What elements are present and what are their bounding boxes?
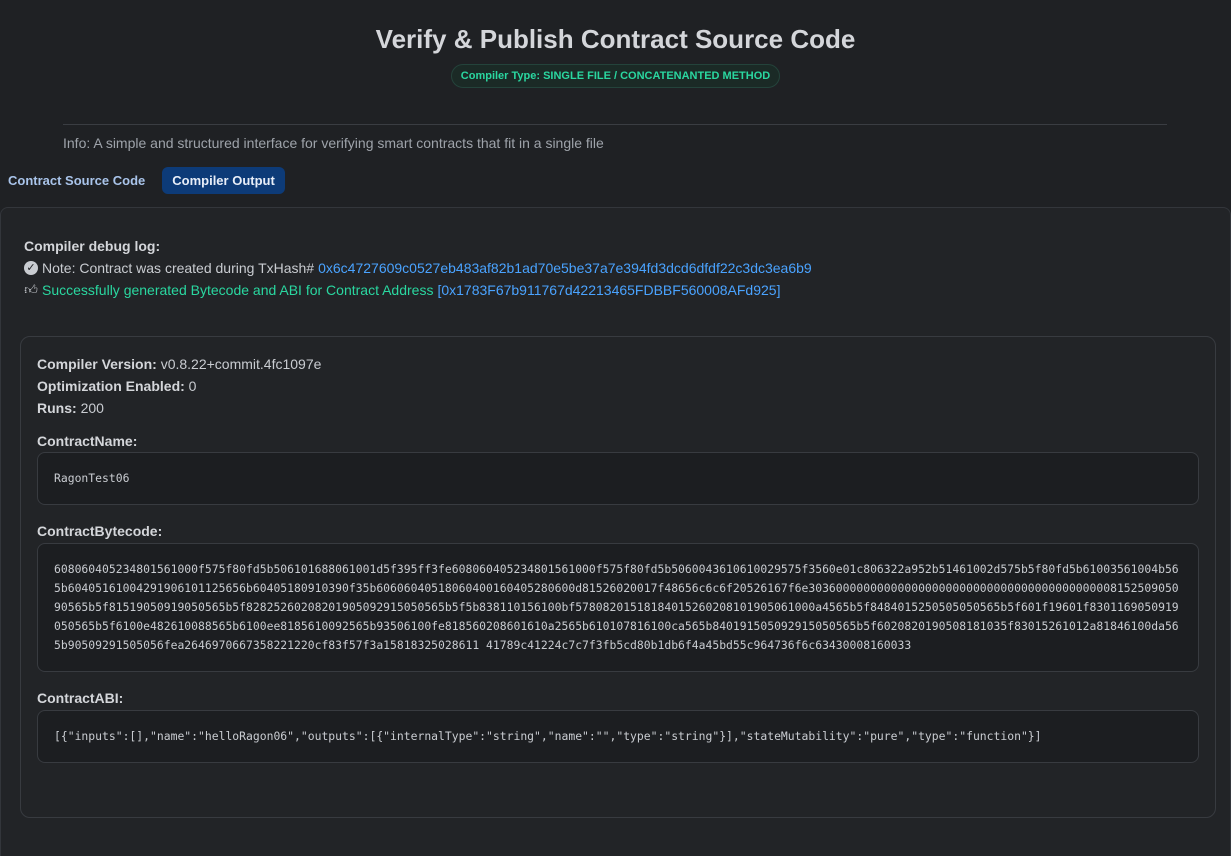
thumbs-up-icon: 👍︎ xyxy=(24,282,38,297)
runs-value: 200 xyxy=(80,400,104,416)
compiler-type-badge: Compiler Type: SINGLE FILE / CONCATENANT… xyxy=(450,64,781,88)
info-text: Info: A simple and structured interface … xyxy=(63,135,604,151)
debug-log-label: Compiler debug log: xyxy=(24,238,161,254)
compiler-version-value: v0.8.22+commit.4fc1097e xyxy=(160,356,322,372)
compiler-version-label: Compiler Version: xyxy=(37,356,157,372)
contract-name-box[interactable]: RagonTest06 xyxy=(37,452,1199,505)
runs-label: Runs: xyxy=(37,400,77,416)
compiler-version-row: Compiler Version: v0.8.22+commit.4fc1097… xyxy=(37,353,321,375)
tx-hash-link[interactable]: 0x6c4727609c0527eb483af82b1ad70e5be37a7e… xyxy=(318,257,812,279)
contract-address-link[interactable]: [0x1783F67b911767d42213465FDBBF560008AFd… xyxy=(437,279,780,301)
header: Verify & Publish Contract Source Code Co… xyxy=(0,0,1231,88)
optimization-value: 0 xyxy=(188,378,197,394)
tab-compiler-output[interactable]: Compiler Output xyxy=(162,167,285,194)
divider xyxy=(63,124,1167,125)
success-text: Successfully generated Bytecode and ABI … xyxy=(42,282,434,298)
check-circle-icon: ✓ xyxy=(24,261,38,275)
page-title: Verify & Publish Contract Source Code xyxy=(375,24,856,54)
compiler-output-panel: Compiler debug log: ✓ Note: Contract was… xyxy=(0,207,1231,856)
contract-bytecode-label: ContractBytecode: xyxy=(37,523,163,539)
page: Verify & Publish Contract Source Code Co… xyxy=(0,0,1231,856)
contract-bytecode-box[interactable]: 608060405234801561000f575f80fd5b50610168… xyxy=(37,543,1199,672)
contract-abi-label: ContractABI: xyxy=(37,690,124,706)
success-line: 👍︎ Successfully generated Bytecode and A… xyxy=(24,279,812,301)
optimization-label: Optimization Enabled: xyxy=(37,378,185,394)
tx-note-line: ✓ Note: Contract was created during TxHa… xyxy=(24,257,812,279)
compiler-meta: Compiler Version: v0.8.22+commit.4fc1097… xyxy=(37,353,321,419)
tab-bar: Contract Source Code Compiler Output xyxy=(0,167,285,194)
contract-name-label: ContractName: xyxy=(37,433,138,449)
compiler-debug-log: Compiler debug log: ✓ Note: Contract was… xyxy=(24,235,812,301)
tab-contract-source-code[interactable]: Contract Source Code xyxy=(0,167,153,194)
contract-abi-box[interactable]: [{"inputs":[],"name":"helloRagon06","out… xyxy=(37,710,1199,763)
optimization-row: Optimization Enabled: 0 xyxy=(37,375,321,397)
runs-row: Runs: 200 xyxy=(37,397,321,419)
compiler-result-card: Compiler Version: v0.8.22+commit.4fc1097… xyxy=(20,336,1216,818)
tx-note-text: Note: Contract was created during TxHash… xyxy=(42,260,315,276)
